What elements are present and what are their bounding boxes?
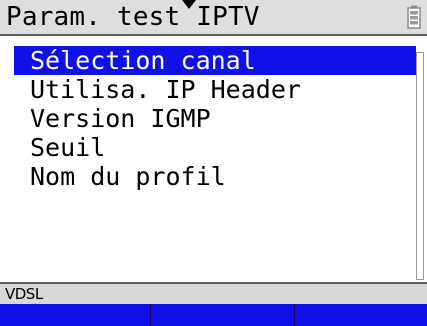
softkey-2[interactable] <box>150 304 294 326</box>
softkey-1[interactable] <box>0 304 150 326</box>
menu-list: Sélection canal Utilisa. IP Header Versi… <box>14 46 416 191</box>
scrollbar[interactable] <box>416 52 424 280</box>
title-bar: Param. test IPTV <box>0 0 427 36</box>
menu-item-nom-du-profil[interactable]: Nom du profil <box>14 162 416 191</box>
battery-icon <box>407 5 421 29</box>
page-title: Param. test IPTV <box>6 2 260 32</box>
menu-item-utilisa-ip-header[interactable]: Utilisa. IP Header <box>14 75 416 104</box>
softkey-bar <box>0 304 427 326</box>
softkey-3[interactable] <box>294 304 427 326</box>
menu-item-version-igmp[interactable]: Version IGMP <box>14 104 416 133</box>
status-bar: VDSL <box>0 282 427 304</box>
down-arrow-icon <box>182 0 196 9</box>
menu-item-selection-canal[interactable]: Sélection canal <box>14 46 416 75</box>
menu-item-seuil[interactable]: Seuil <box>14 133 416 162</box>
interface-status: VDSL <box>5 285 43 303</box>
menu-panel: Sélection canal Utilisa. IP Header Versi… <box>0 36 427 280</box>
